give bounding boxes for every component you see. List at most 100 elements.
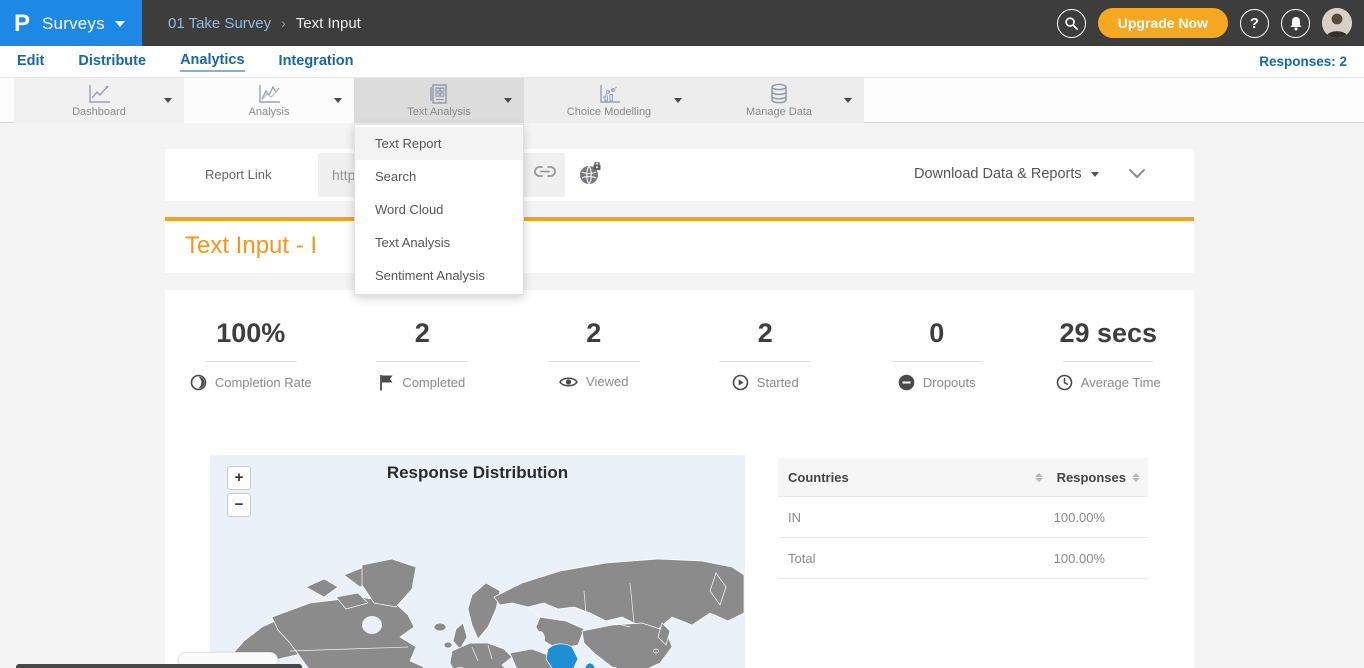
database-icon — [767, 83, 791, 105]
table-row: Total 100.00% — [778, 538, 1148, 579]
question-mark-icon: ? — [1250, 15, 1259, 32]
divider — [719, 361, 811, 362]
stat-value: 0 — [851, 318, 1023, 349]
tab-dashboard-label: Dashboard — [14, 106, 184, 118]
menu-item-text-report[interactable]: Text Report — [355, 127, 523, 160]
map-title: Response Distribution — [210, 463, 745, 483]
stat-completed: 2 Completed — [337, 318, 509, 396]
upgrade-now-button[interactable]: Upgrade Now — [1098, 8, 1228, 38]
search-icon — [1064, 16, 1079, 31]
country-cell: Total — [788, 551, 815, 566]
tab-choice-modelling-label: Choice Modelling — [524, 106, 694, 118]
tab-analysis-label: Analysis — [184, 106, 354, 118]
world-map — [210, 455, 745, 668]
stat-value: 29 secs — [1023, 318, 1195, 349]
line-chart-icon — [86, 83, 112, 105]
survey-nav: Edit Distribute Analytics Integration Re… — [0, 46, 1364, 77]
contrast-icon — [190, 374, 207, 391]
question-title-card: Text Input - I — [165, 221, 1194, 273]
nav-item-distribute[interactable]: Distribute — [78, 53, 146, 71]
bottom-toast-bar-fragment — [16, 664, 302, 668]
copy-link-icon[interactable] — [533, 163, 557, 186]
flag-icon — [379, 374, 394, 391]
scatter-chart-icon — [596, 83, 622, 105]
download-data-reports-button[interactable]: Download Data & Reports — [914, 166, 1099, 182]
nav-item-analytics[interactable]: Analytics — [180, 52, 244, 72]
analytics-main-card: 100% Completion Rate 2 Completed — [165, 290, 1194, 668]
tab-choice-modelling[interactable]: Choice Modelling — [524, 78, 694, 123]
analytics-toolbar: Dashboard Analysis Text Analysis — [0, 77, 1364, 123]
stat-value: 2 — [680, 318, 852, 349]
nav-item-integration[interactable]: Integration — [279, 53, 354, 71]
download-caret-down-icon — [1091, 172, 1099, 177]
map-zoom-in-button[interactable]: + — [227, 466, 251, 490]
stat-started: 2 Started — [680, 318, 852, 396]
clock-icon — [1056, 374, 1073, 391]
column-header-countries[interactable]: Countries — [788, 470, 849, 485]
brand-caret-down-icon — [115, 21, 125, 27]
stat-label-text: Completed — [402, 375, 465, 390]
divider — [376, 361, 468, 362]
table-row: IN 100.00% — [778, 497, 1148, 538]
stat-label-text: Completion Rate — [215, 375, 312, 390]
stat-viewed: 2 Viewed — [508, 318, 680, 396]
breadcrumb-separator: › — [281, 15, 286, 31]
divider — [891, 361, 983, 362]
menu-item-text-analysis[interactable]: Text Analysis — [355, 226, 523, 259]
page-title: Text Input - I — [185, 232, 317, 260]
text-analysis-dropdown-menu: Text Report Search Word Cloud Text Analy… — [354, 124, 524, 295]
tab-text-analysis[interactable]: Text Analysis — [354, 78, 524, 123]
top-bar: 01 Take Survey › Text Input Upgrade Now … — [0, 0, 1364, 46]
report-link-label: Report Link — [205, 167, 271, 182]
notifications-button[interactable] — [1281, 9, 1310, 38]
collapse-chevron-icon[interactable] — [1128, 167, 1146, 185]
avatar-person-icon — [1322, 8, 1352, 38]
tab-manage-data[interactable]: Manage Data — [694, 78, 864, 123]
tab-manage-data-caret-icon — [844, 98, 852, 103]
countries-table: Countries Responses IN 100.00% Total 100… — [778, 458, 1148, 579]
stat-value: 2 — [508, 318, 680, 349]
menu-item-sentiment-analysis[interactable]: Sentiment Analysis — [355, 259, 523, 292]
stat-value: 2 — [337, 318, 509, 349]
tab-analysis-caret-icon — [334, 98, 342, 103]
column-header-responses[interactable]: Responses — [1057, 470, 1126, 485]
brand-mark-p-icon: P — [14, 12, 30, 36]
table-header: Countries Responses — [778, 458, 1148, 497]
text-report-icon — [427, 83, 451, 105]
responses-count[interactable]: Responses: 2 — [1259, 46, 1347, 77]
tab-dashboard-caret-icon — [164, 98, 172, 103]
search-button[interactable] — [1057, 9, 1086, 38]
app-logo[interactable]: P Surveys — [0, 0, 142, 48]
nav-item-edit[interactable]: Edit — [17, 53, 44, 71]
breadcrumb: 01 Take Survey › Text Input — [168, 0, 361, 46]
responses-cell: 100.00% — [1054, 551, 1105, 566]
stat-label-text: Viewed — [586, 374, 628, 389]
map-zoom-out-button[interactable]: − — [227, 493, 251, 517]
breadcrumb-survey-link[interactable]: 01 Take Survey — [168, 15, 271, 32]
stat-dropouts: 0 Dropouts — [851, 318, 1023, 396]
stat-completion-rate: 100% Completion Rate — [165, 318, 337, 396]
tab-manage-data-label: Manage Data — [694, 106, 864, 118]
tab-dashboard[interactable]: Dashboard — [14, 78, 184, 123]
menu-item-search[interactable]: Search — [355, 160, 523, 193]
topbar-actions: Upgrade Now ? — [1057, 0, 1352, 46]
stat-label-text: Dropouts — [923, 375, 976, 390]
help-button[interactable]: ? — [1240, 9, 1269, 38]
tab-analysis[interactable]: Analysis — [184, 78, 354, 123]
breadcrumb-current-page: Text Input — [296, 15, 361, 32]
brand-label: Surveys — [42, 14, 105, 34]
stat-value: 100% — [165, 318, 337, 349]
download-data-reports-label: Download Data & Reports — [914, 166, 1082, 182]
response-distribution-map[interactable]: Response Distribution + − — [210, 455, 745, 668]
sort-icon[interactable] — [1035, 473, 1043, 482]
tab-text-analysis-caret-icon — [504, 98, 512, 103]
public-link-globe-icon[interactable] — [578, 162, 602, 191]
responses-cell: 100.00% — [1054, 510, 1105, 525]
divider — [548, 361, 640, 362]
user-avatar[interactable] — [1322, 8, 1352, 38]
bell-icon — [1289, 16, 1303, 31]
menu-item-word-cloud[interactable]: Word Cloud — [355, 193, 523, 226]
report-link-card: Report Link Download Data & Reports — [165, 149, 1194, 201]
divider — [1062, 361, 1154, 362]
sort-icon[interactable] — [1132, 473, 1140, 482]
